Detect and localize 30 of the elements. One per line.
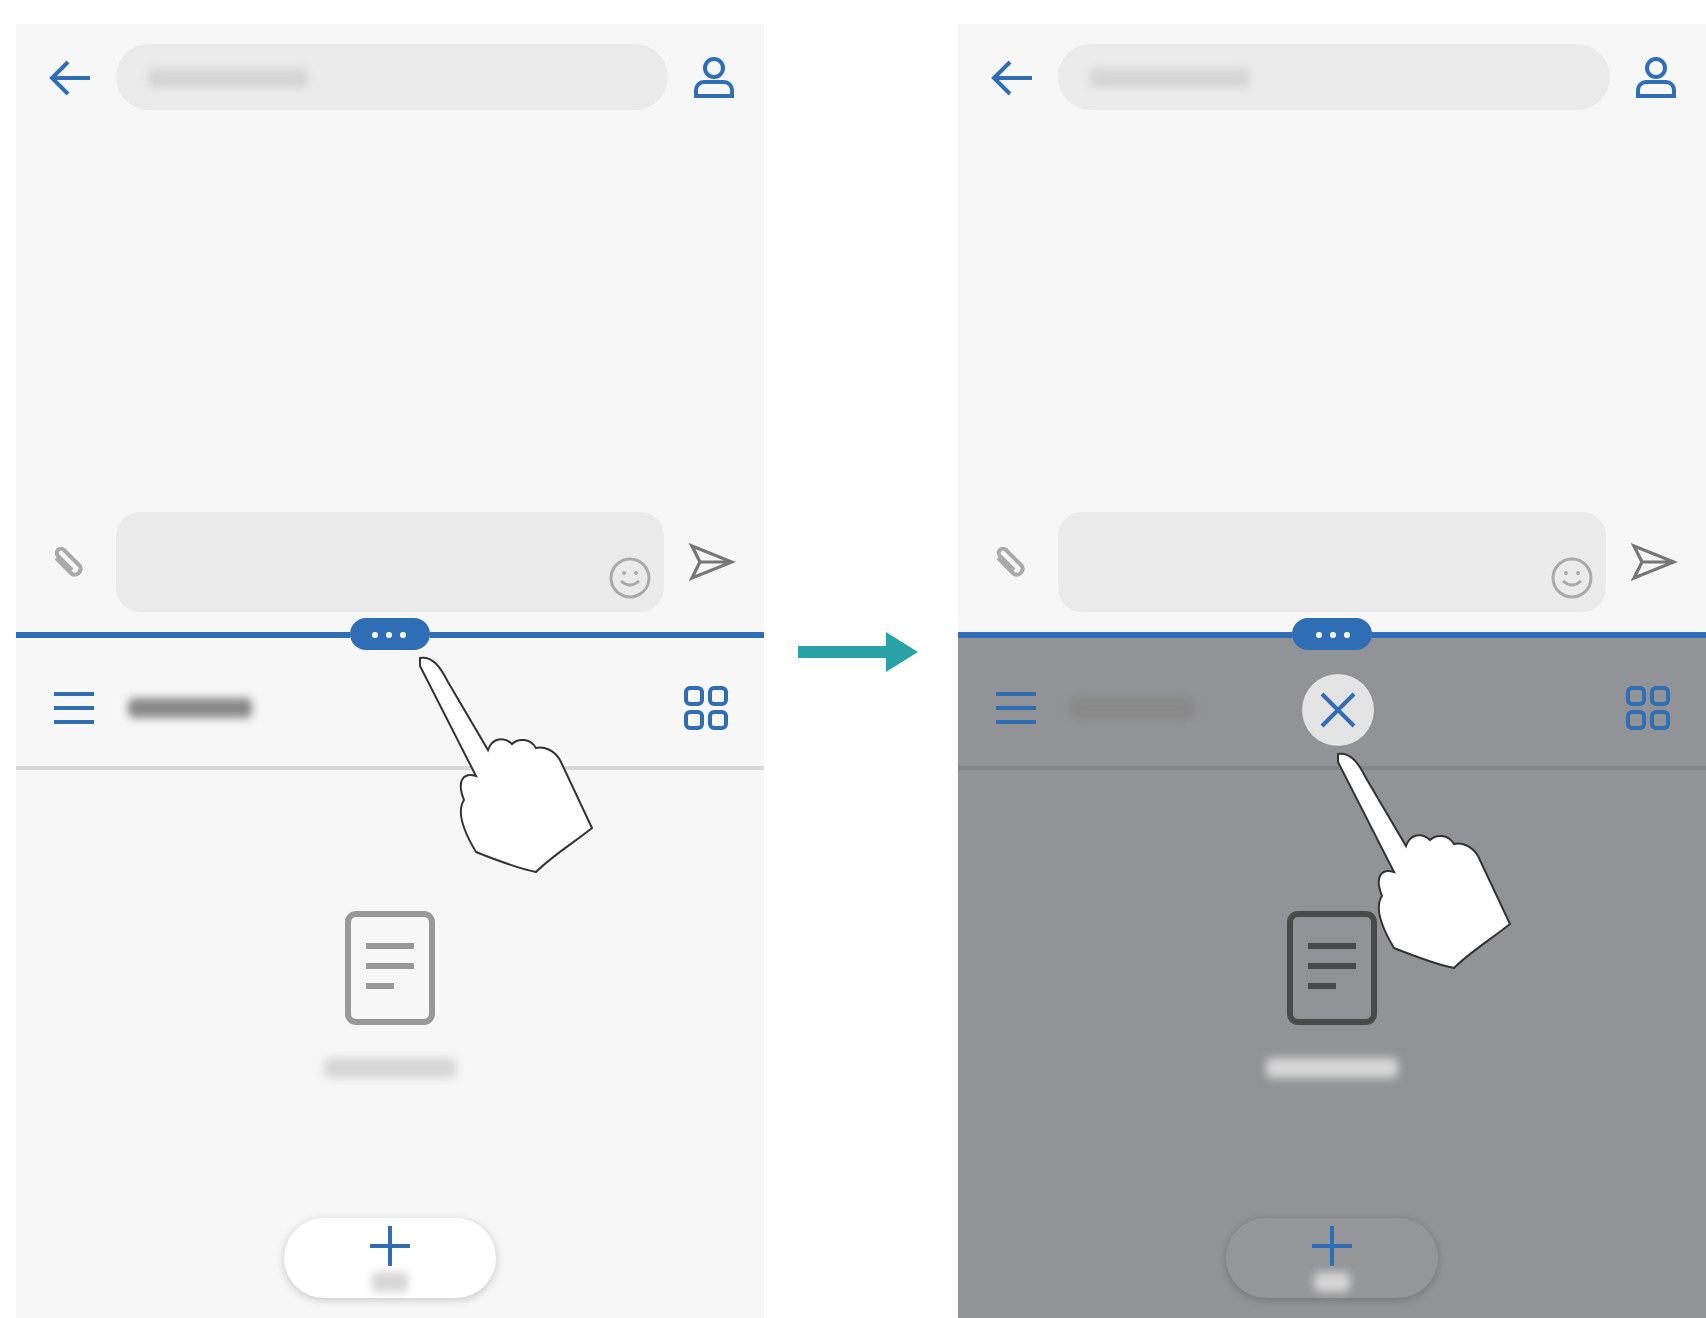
- plus-icon: [369, 1225, 410, 1265]
- add-button[interactable]: [283, 1218, 496, 1298]
- contact-icon[interactable]: [691, 55, 736, 99]
- smiley-icon[interactable]: [607, 556, 652, 600]
- close-button[interactable]: [1302, 674, 1375, 746]
- recipient-field[interactable]: [1058, 44, 1611, 110]
- close-icon: [1318, 690, 1359, 730]
- send-icon[interactable]: [687, 542, 736, 582]
- blurred-text: [371, 1271, 408, 1291]
- smiley-icon[interactable]: [1550, 556, 1595, 600]
- blurred-text: [1266, 1058, 1399, 1078]
- message-field[interactable]: [115, 512, 664, 612]
- document-icon: [343, 910, 436, 1026]
- menu-icon[interactable]: [51, 692, 96, 724]
- recipient-field[interactable]: [115, 44, 668, 110]
- plus-icon: [1312, 1225, 1353, 1265]
- blurred-text: [323, 1058, 456, 1078]
- send-icon[interactable]: [1630, 542, 1679, 582]
- grid-icon[interactable]: [683, 686, 728, 730]
- arrow-icon: [798, 628, 923, 676]
- blurred-text: [127, 698, 252, 718]
- divider-handle[interactable]: [349, 618, 430, 650]
- divider-handle[interactable]: [1292, 618, 1373, 650]
- back-arrow-icon[interactable]: [990, 57, 1035, 97]
- add-button[interactable]: [1226, 1218, 1439, 1298]
- back-arrow-icon[interactable]: [47, 57, 92, 97]
- document-icon: [1286, 910, 1379, 1026]
- contact-icon[interactable]: [1634, 55, 1679, 99]
- message-field[interactable]: [1058, 512, 1607, 612]
- blurred-text: [1314, 1271, 1351, 1291]
